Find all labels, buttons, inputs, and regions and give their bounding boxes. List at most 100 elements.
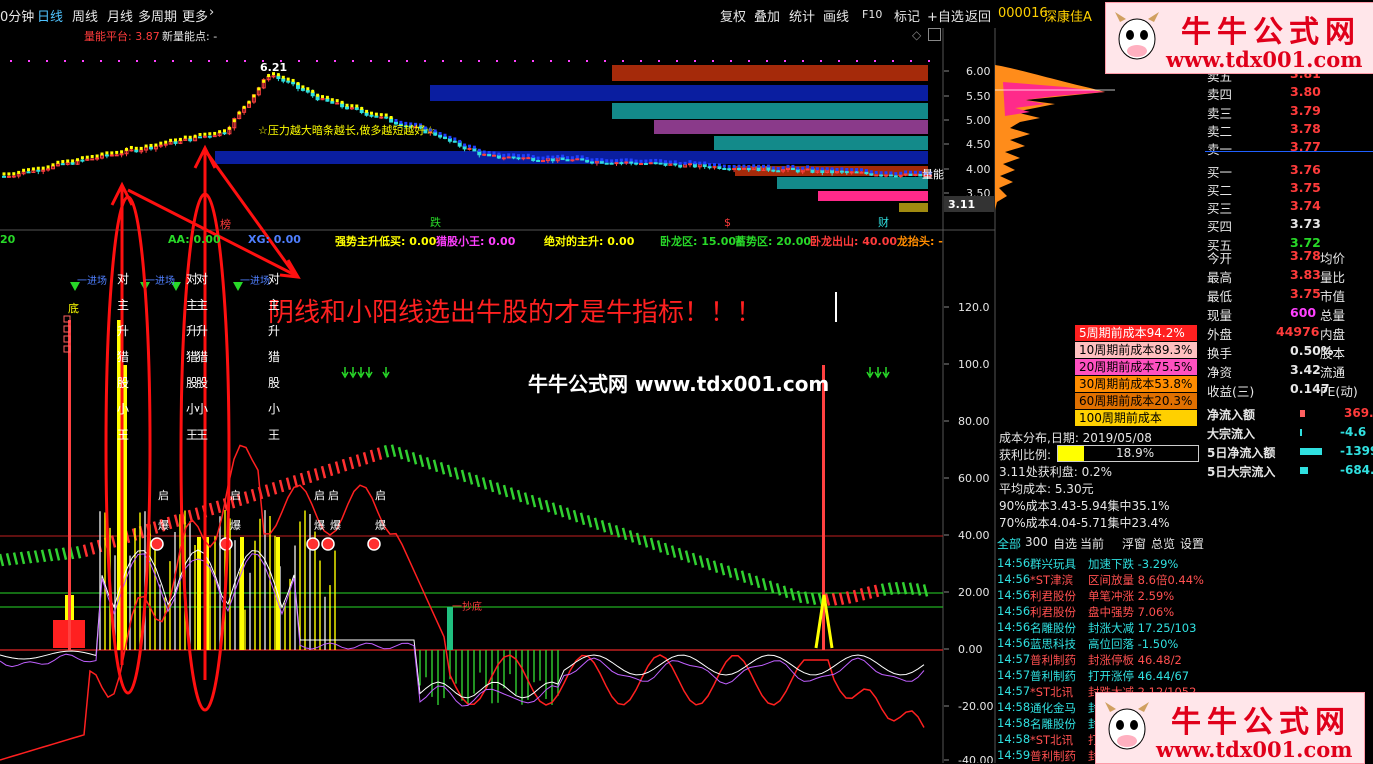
- candle: [330, 100, 335, 104]
- sub-axis-label: 60.00: [958, 472, 990, 485]
- candle: [707, 166, 712, 169]
- jin-label: 一进场: [77, 276, 107, 287]
- cost-period-box: 60周期前成本20.3%: [1075, 393, 1197, 409]
- candle: [864, 171, 869, 175]
- news-stock[interactable]: 名雕股份: [1030, 620, 1076, 636]
- news-tab[interactable]: 自选: [1053, 535, 1077, 552]
- candle: [472, 147, 477, 152]
- news-time: 14:57: [997, 668, 1031, 682]
- candle: [487, 153, 492, 157]
- candle: [560, 157, 565, 161]
- price-axis-label: 5.50: [966, 90, 991, 103]
- flow-value: -4.6: [1340, 425, 1367, 439]
- news-tab[interactable]: 当前: [1080, 535, 1104, 552]
- cost-90: 90%成本3.43-5.94集中35.1%: [999, 499, 1170, 513]
- headline-text: 阴线和小阳线选出牛股的才是牛指标！！！: [268, 298, 763, 328]
- candle: [820, 169, 825, 174]
- price-axis-label: 4.00: [966, 163, 991, 176]
- news-tab[interactable]: 总览: [1151, 535, 1175, 552]
- sub-axis-label: -20.00: [958, 700, 993, 713]
- candle: [104, 154, 109, 157]
- stat-value: 3.75: [1290, 286, 1321, 301]
- flow-value: -684.6: [1340, 463, 1373, 477]
- news-time: 14:57: [997, 652, 1031, 666]
- news-event: 封涨大减 17.25/103: [1088, 621, 1197, 635]
- vertical-word: 小: [117, 402, 130, 416]
- candle: [325, 97, 330, 102]
- vertical-word: 升: [268, 324, 281, 338]
- news-tab[interactable]: 设置: [1180, 535, 1204, 552]
- news-event: 区间放量 8.6倍0.44%: [1088, 573, 1204, 587]
- bao-label: 爆: [158, 519, 169, 532]
- vertical-word: 对: [117, 272, 130, 286]
- candle: [658, 162, 663, 165]
- candle: [722, 167, 727, 170]
- news-stock[interactable]: 通化金马: [1030, 700, 1076, 716]
- news-event: 盘中强势 7.06%: [1088, 605, 1175, 619]
- candle: [212, 135, 217, 138]
- news-stock[interactable]: 利君股份: [1030, 588, 1076, 604]
- watermark-bottom: 牛牛公式网 www.tdx001.com: [1095, 692, 1365, 764]
- news-stock[interactable]: *ST津滨: [1030, 572, 1073, 588]
- news-stock[interactable]: 普利制药: [1030, 748, 1076, 764]
- news-time: 14:58: [997, 716, 1031, 730]
- stat-label: 换手: [1207, 346, 1233, 361]
- candle: [536, 159, 541, 162]
- candle: [516, 157, 521, 160]
- qi-label: 启: [314, 489, 325, 502]
- candle: [624, 161, 629, 164]
- cost-70: 70%成本4.04-5.71集中23.4%: [999, 516, 1170, 530]
- stat-label-2: 股本: [1320, 346, 1346, 361]
- down-arrow-icon: [349, 367, 357, 379]
- news-time: 14:56: [997, 636, 1031, 650]
- chip-bar: [899, 203, 928, 212]
- news-time: 14:56: [997, 620, 1031, 634]
- news-tab[interactable]: 浮窗: [1122, 535, 1146, 552]
- news-stock[interactable]: 普利制药: [1030, 652, 1076, 668]
- news-tab[interactable]: 300: [1025, 535, 1048, 549]
- candlestick-chart[interactable]: ☆压力越大暗条越长,做多越短越好☆ 6.21 榜 跌 $ 财 量能 6.00 5.…: [0, 0, 1000, 763]
- news-stock[interactable]: 蓝思科技: [1030, 636, 1076, 652]
- news-stock[interactable]: 普利制药: [1030, 668, 1076, 684]
- candle: [70, 162, 75, 165]
- cost-date: 成本分布,日期: 2019/05/08: [999, 431, 1152, 445]
- buy-price: 3.76: [1290, 161, 1321, 177]
- stat-value: 3.83: [1290, 267, 1321, 282]
- flow-bar: [1300, 467, 1308, 474]
- buy-price: 3.74: [1290, 198, 1321, 214]
- buy-price: 3.75: [1290, 179, 1321, 195]
- vertical-word: 王: [268, 428, 281, 442]
- legend-item: AA: 0.00: [168, 233, 221, 246]
- candle: [874, 174, 879, 177]
- candle: [335, 102, 340, 105]
- stat-label: 净资: [1207, 365, 1233, 380]
- stat-label-2: 均价: [1320, 251, 1346, 266]
- bao-label: 爆: [330, 519, 341, 532]
- vertical-word: 股: [196, 376, 209, 390]
- marker-dollar: $: [724, 216, 731, 229]
- ball-marker: [306, 537, 320, 551]
- news-stock[interactable]: 群兴玩具: [1030, 556, 1076, 572]
- stat-label-2: 总量: [1320, 308, 1346, 323]
- candle: [492, 154, 496, 157]
- vertical-word: 主: [196, 298, 209, 312]
- chip-bar: [654, 120, 928, 134]
- sell-price: 3.78: [1290, 120, 1321, 136]
- ball-marker: [150, 537, 164, 551]
- stat-value: 3.78: [1290, 248, 1321, 263]
- sell-label: 卖四: [1207, 87, 1233, 103]
- news-stock[interactable]: 利君股份: [1030, 604, 1076, 620]
- chip-bar: [777, 177, 928, 189]
- candle: [222, 132, 227, 135]
- legend-item: 龙抬头: -2: [897, 235, 943, 248]
- candle: [531, 157, 536, 161]
- cost-period-box: 10周期前成本89.3%: [1075, 342, 1197, 358]
- buy-label: 买四: [1207, 219, 1233, 235]
- news-stock[interactable]: 名雕股份: [1030, 716, 1076, 732]
- news-stock[interactable]: *ST北讯: [1030, 684, 1073, 700]
- news-stock[interactable]: *ST北讯: [1030, 732, 1073, 748]
- candle: [673, 163, 678, 166]
- news-tab[interactable]: 全部: [997, 535, 1021, 552]
- flow-bar: [1300, 429, 1302, 436]
- stat-label: 今开: [1207, 251, 1233, 266]
